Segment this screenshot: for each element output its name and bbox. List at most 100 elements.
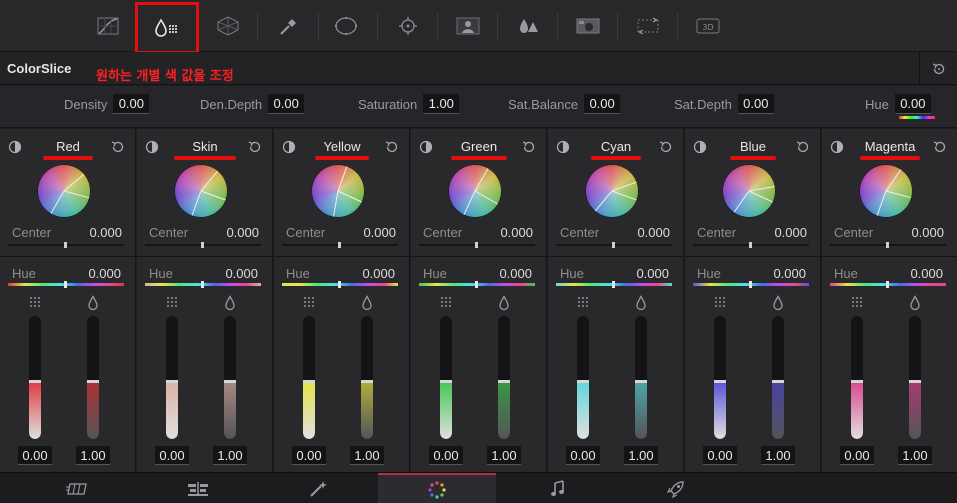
reset-icon[interactable] [795,139,811,155]
center-slider-knob[interactable] [612,242,615,248]
hue-value[interactable]: 0.000 [225,266,258,281]
key-icon[interactable] [568,8,608,44]
saturation-handle[interactable] [851,380,863,383]
density-slider[interactable] [772,316,784,439]
window-icon[interactable] [326,8,366,44]
center-slider[interactable] [419,242,535,248]
hue-slider-knob[interactable] [64,281,67,288]
density-value[interactable]: 1.00 [487,446,521,465]
saturation-value[interactable]: 0.00 [18,446,52,465]
density-value[interactable]: 1.00 [213,446,247,465]
center-slider-knob[interactable] [64,242,67,248]
blur-icon[interactable] [508,8,548,44]
saturation-handle[interactable] [29,380,41,383]
hue-slider-knob[interactable] [886,281,889,288]
sat-balance-field[interactable]: 0.00 [584,94,621,114]
hue-slider[interactable] [556,281,672,288]
center-slider-knob[interactable] [886,242,889,248]
hue-slider-knob[interactable] [201,281,204,288]
reset-icon[interactable] [247,139,263,155]
density-handle[interactable] [909,380,921,383]
density-slider[interactable] [361,316,373,439]
center-slider[interactable] [282,242,398,248]
saturation-value[interactable]: 0.00 [566,446,600,465]
hue-value[interactable]: 0.000 [499,266,532,281]
center-slider-knob[interactable] [475,242,478,248]
page-deliver-icon[interactable] [628,473,723,503]
reset-icon[interactable] [521,139,537,155]
center-slider[interactable] [830,242,946,248]
hue-slider-knob[interactable] [749,281,752,288]
page-media-icon[interactable] [30,473,125,503]
hue-value[interactable]: 0.000 [636,266,669,281]
hue-value[interactable]: 0.000 [773,266,806,281]
hue-slider[interactable] [8,281,124,288]
density-handle[interactable] [498,380,510,383]
tracker-icon[interactable] [388,8,428,44]
page-color-icon[interactable] [378,473,496,503]
saturation-handle[interactable] [303,380,315,383]
saturation-slider[interactable] [29,316,41,439]
center-slider-knob[interactable] [749,242,752,248]
density-handle[interactable] [224,380,236,383]
center-slider-knob[interactable] [201,242,204,248]
density-value[interactable]: 1.00 [624,446,658,465]
center-slider-knob[interactable] [338,242,341,248]
saturation-handle[interactable] [440,380,452,383]
saturation-slider[interactable] [851,316,863,439]
saturation-slider[interactable] [714,316,726,439]
saturation-slider[interactable] [440,316,452,439]
hue-slider[interactable] [282,281,398,288]
density-slider[interactable] [87,316,99,439]
saturation-handle[interactable] [714,380,726,383]
density-handle[interactable] [87,380,99,383]
density-field[interactable]: 0.00 [113,94,150,114]
saturation-handle[interactable] [166,380,178,383]
center-slider[interactable] [145,242,261,248]
reset-icon[interactable] [658,139,674,155]
saturation-slider[interactable] [166,316,178,439]
sat-depth-field[interactable]: 0.00 [737,94,774,114]
color-warper-icon[interactable] [208,8,248,44]
reset-icon[interactable] [110,139,126,155]
hue-slider[interactable] [693,281,809,288]
saturation-value[interactable]: 0.00 [840,446,874,465]
saturation-value[interactable]: 0.00 [429,446,463,465]
density-slider[interactable] [224,316,236,439]
density-value[interactable]: 1.00 [898,446,932,465]
hue-field[interactable]: 0.00 [894,94,931,114]
density-slider[interactable] [498,316,510,439]
saturation-value[interactable]: 0.00 [703,446,737,465]
density-value[interactable]: 1.00 [350,446,384,465]
saturation-value[interactable]: 0.00 [292,446,326,465]
hue-value[interactable]: 0.000 [910,266,943,281]
center-value[interactable]: 0.000 [774,225,807,240]
center-value[interactable]: 0.000 [226,225,259,240]
center-value[interactable]: 0.000 [363,225,396,240]
density-handle[interactable] [772,380,784,383]
hue-slider-knob[interactable] [612,281,615,288]
saturation-value[interactable]: 0.00 [155,446,189,465]
hue-value[interactable]: 0.000 [88,266,121,281]
page-fusion-icon[interactable] [270,473,365,503]
saturation-slider[interactable] [303,316,315,439]
colorslice-icon[interactable] [135,2,199,54]
center-slider[interactable] [8,242,124,248]
center-value[interactable]: 0.000 [500,225,533,240]
hue-slider-knob[interactable] [338,281,341,288]
sizing-icon[interactable] [628,8,668,44]
saturation-handle[interactable] [577,380,589,383]
density-value[interactable]: 1.00 [761,446,795,465]
saturation-field[interactable]: 1.00 [423,94,460,114]
page-edit-icon[interactable] [150,473,245,503]
magic-mask-icon[interactable] [448,8,488,44]
page-fairlight-icon[interactable] [510,473,605,503]
hue-slider[interactable] [145,281,261,288]
3d-icon[interactable]: 3D [688,8,728,44]
curves-icon[interactable] [88,8,128,44]
center-slider[interactable] [693,242,809,248]
density-value[interactable]: 1.00 [76,446,110,465]
reset-icon[interactable] [384,139,400,155]
center-value[interactable]: 0.000 [637,225,670,240]
density-slider[interactable] [909,316,921,439]
